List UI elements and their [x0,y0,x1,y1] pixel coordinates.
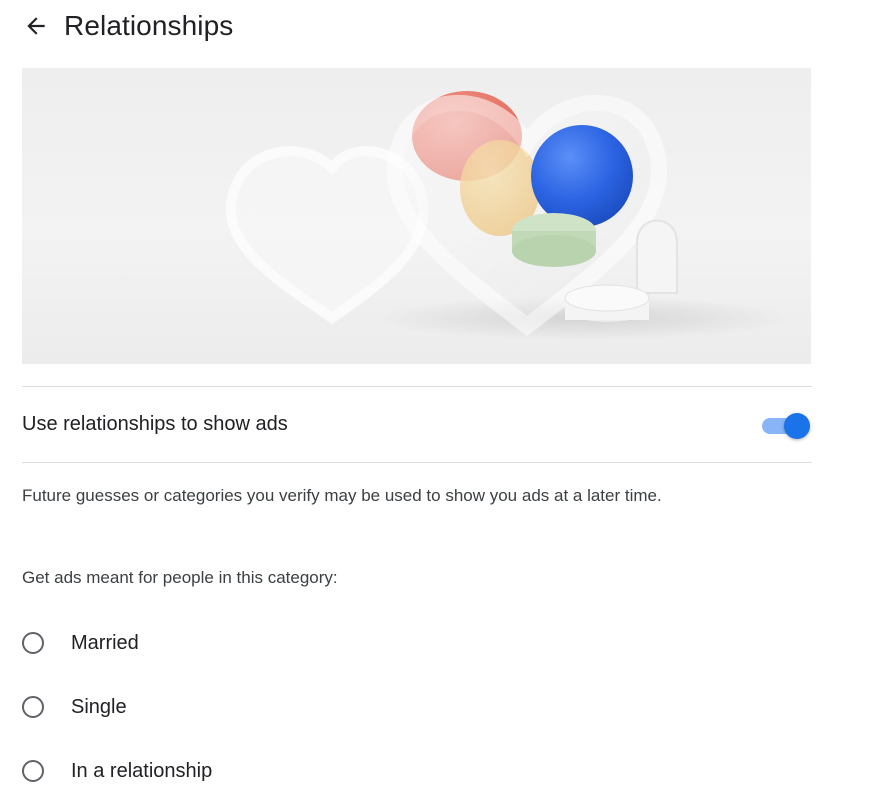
glass-heart-illustration [225,91,792,340]
switch-thumb[interactable] [784,412,810,439]
radio-button[interactable] [22,696,44,718]
radio-label: Single [71,695,127,718]
radio-button[interactable] [22,760,44,782]
page-header: Relationships [20,4,233,48]
info-text: Future guesses or categories you verify … [22,486,662,505]
divider-bottom [22,462,812,463]
arrow-left-icon [27,17,45,35]
radio-label: Married [71,631,139,654]
page-title: Relationships [64,10,234,41]
radio-in-a-relationship[interactable]: In a relationship [20,755,212,787]
ads-toggle-row: Use relationships to show ads [22,388,812,461]
radio-button[interactable] [22,632,44,654]
category-prompt: Get ads meant for people in this categor… [22,568,338,587]
hero-image [22,68,811,364]
radio-married[interactable]: Married [20,627,139,659]
ads-toggle-label: Use relationships to show ads [22,413,288,435]
back-button[interactable] [20,10,52,42]
radio-label: In a relationship [71,759,213,782]
ads-toggle-switch[interactable] [760,411,810,439]
radio-single[interactable]: Single [20,691,127,723]
divider-top [22,386,812,387]
